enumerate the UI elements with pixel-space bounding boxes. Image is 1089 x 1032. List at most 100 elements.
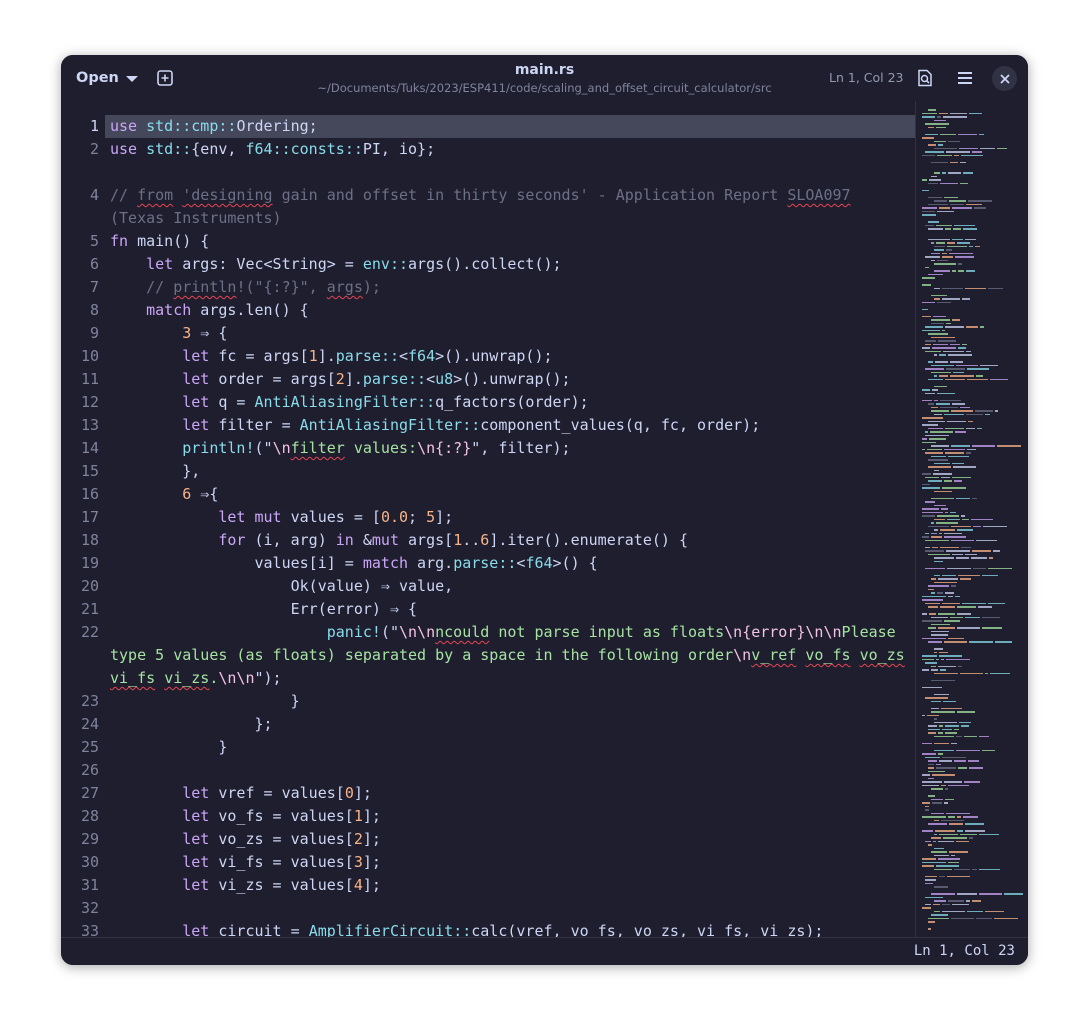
code-token: parse xyxy=(362,370,409,388)
minimap-stroke xyxy=(931,522,934,524)
minimap-stroke xyxy=(928,228,943,230)
minimap-stroke xyxy=(932,774,955,776)
code-editor[interactable]: 1 use std::cmp::Ordering; 2 use std::{env, … xyxy=(61,101,915,937)
minimap-stroke xyxy=(966,452,971,454)
minimap-stroke xyxy=(922,284,931,286)
code-token: \n\n xyxy=(399,623,436,641)
document-search-icon[interactable] xyxy=(913,66,937,90)
code-token: println! xyxy=(182,439,255,457)
minimap-stroke xyxy=(934,385,947,387)
minimap-stroke xyxy=(934,399,938,401)
minimap-stroke xyxy=(966,413,983,415)
code-token: PI, io}; xyxy=(362,140,436,158)
minimap[interactable] xyxy=(915,101,1028,937)
minimap-stroke xyxy=(954,480,962,482)
minimap-stroke xyxy=(947,875,970,877)
minimap-stroke xyxy=(934,557,954,559)
code-token: filter = xyxy=(209,416,300,434)
minimap-stroke xyxy=(946,550,970,552)
minimap-stroke xyxy=(928,917,949,919)
minimap-stroke xyxy=(933,473,952,475)
minimap-stroke xyxy=(937,154,952,156)
minimap-stroke xyxy=(940,546,959,548)
code-token: 6 xyxy=(480,531,490,549)
minimap-stroke xyxy=(945,452,964,454)
code-token: \n xyxy=(724,623,743,641)
minimap-stroke xyxy=(950,343,960,345)
minimap-stroke xyxy=(958,263,962,265)
hamburger-menu-icon[interactable] xyxy=(953,66,977,90)
minimap-stroke xyxy=(972,497,977,499)
minimap-stroke xyxy=(925,662,937,664)
minimap-stroke xyxy=(969,245,973,247)
code-token: :: xyxy=(453,922,472,937)
minimap-stroke xyxy=(922,620,942,622)
minimap-stroke xyxy=(959,721,971,723)
minimap-stroke xyxy=(945,378,965,380)
minimap-stroke xyxy=(931,665,936,667)
minimap-stroke xyxy=(922,742,932,744)
minimap-stroke xyxy=(934,462,950,464)
line-number: 20 xyxy=(80,577,99,595)
minimap-stroke xyxy=(931,406,938,408)
code-line: panic!("\n\nncould not parse input as fl… xyxy=(110,621,896,644)
line-number: 7 xyxy=(89,278,99,296)
code-token: vi_fs = values[ xyxy=(209,853,354,871)
open-button[interactable]: Open xyxy=(70,64,144,92)
line-number: 26 xyxy=(80,761,99,779)
line-number: 24 xyxy=(80,715,99,733)
code-token: type 5 values (as floats) separated by a… xyxy=(110,646,734,664)
code-line: let fc = args[1].parse::<f64>().unwrap()… xyxy=(110,345,552,368)
code-line: 3 ⇒ { xyxy=(110,322,227,345)
minimap-stroke xyxy=(962,343,967,345)
minimap-stroke xyxy=(922,301,935,303)
code-token: 2 xyxy=(353,830,363,848)
minimap-stroke xyxy=(934,900,946,902)
minimap-stroke xyxy=(929,613,936,615)
minimap-stroke xyxy=(928,420,945,422)
new-tab-icon[interactable] xyxy=(155,68,175,88)
minimap-stroke xyxy=(928,760,937,762)
cursor-position-indicator[interactable]: Ln 1, Col 23 xyxy=(829,70,904,85)
minimap-stroke xyxy=(975,410,993,412)
minimap-stroke xyxy=(937,116,941,118)
code-token: >() { xyxy=(552,554,598,572)
minimap-stroke xyxy=(951,410,973,412)
code-token: }, xyxy=(110,462,201,480)
code-line: use std::{env, f64::consts::PI, io}; xyxy=(110,138,435,161)
code-token: :: xyxy=(173,117,192,135)
code-token: calc(vref, vo_fs, vo_zs, vi_fs, vi_zs); xyxy=(471,922,824,937)
minimap-stroke xyxy=(922,858,936,860)
minimap-stroke xyxy=(939,207,950,209)
minimap-stroke xyxy=(922,154,935,156)
status-bar: Ln 1, Col 23 xyxy=(61,937,1028,965)
minimap-stroke xyxy=(922,830,933,832)
minimap-stroke xyxy=(934,490,952,492)
minimap-stroke xyxy=(979,833,999,835)
minimap-stroke xyxy=(922,487,940,489)
code-token: values[i] = xyxy=(110,554,363,572)
minimap-stroke xyxy=(931,497,954,499)
minimap-stroke xyxy=(940,529,955,531)
minimap-stroke xyxy=(925,431,928,433)
minimap-stroke xyxy=(934,868,952,870)
minimap-stroke xyxy=(948,354,972,356)
code-token: args.len() { xyxy=(191,301,309,319)
minimap-stroke xyxy=(971,557,987,559)
minimap-stroke xyxy=(922,347,930,349)
code-token: ; xyxy=(408,508,427,526)
status-cursor-position[interactable]: Ln 1, Col 23 xyxy=(914,943,1015,959)
minimap-stroke xyxy=(933,903,940,905)
minimap-stroke xyxy=(949,851,968,853)
minimap-stroke xyxy=(928,823,947,825)
minimap-stroke xyxy=(928,844,932,846)
close-button[interactable] xyxy=(992,66,1017,91)
code-token: vi_zs xyxy=(164,669,210,687)
minimap-stroke xyxy=(957,816,961,818)
minimap-stroke xyxy=(922,595,946,597)
code-token: ]; xyxy=(353,784,372,802)
minimap-stroke xyxy=(934,672,958,674)
